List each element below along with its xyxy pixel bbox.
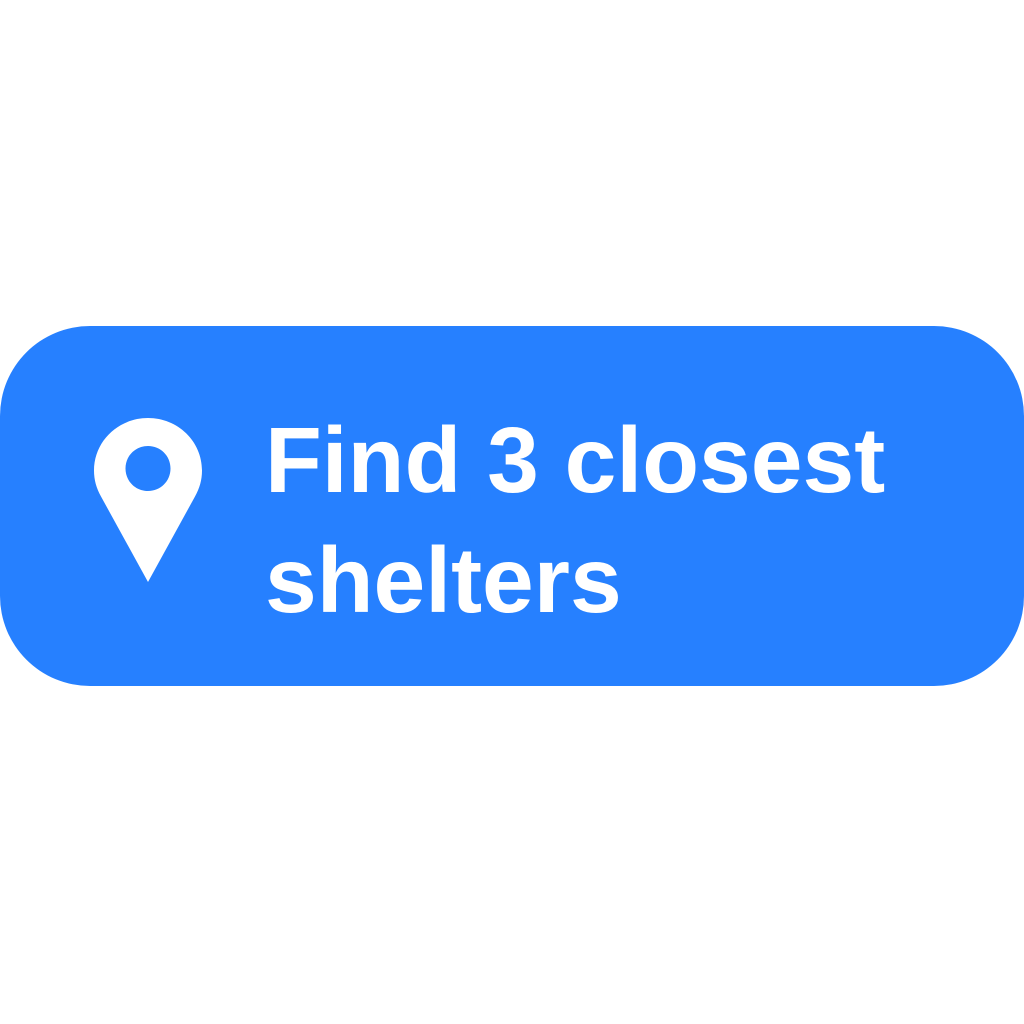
button-label-line-1: Find 3 closest — [265, 408, 886, 512]
button-label-line-2: shelters — [265, 528, 622, 632]
button-label: Find 3 closest shelters — [265, 400, 1005, 640]
page-canvas: Find 3 closest shelters — [0, 0, 1024, 1024]
map-pin-icon — [94, 418, 202, 582]
find-closest-shelters-button[interactable]: Find 3 closest shelters — [0, 326, 1024, 686]
